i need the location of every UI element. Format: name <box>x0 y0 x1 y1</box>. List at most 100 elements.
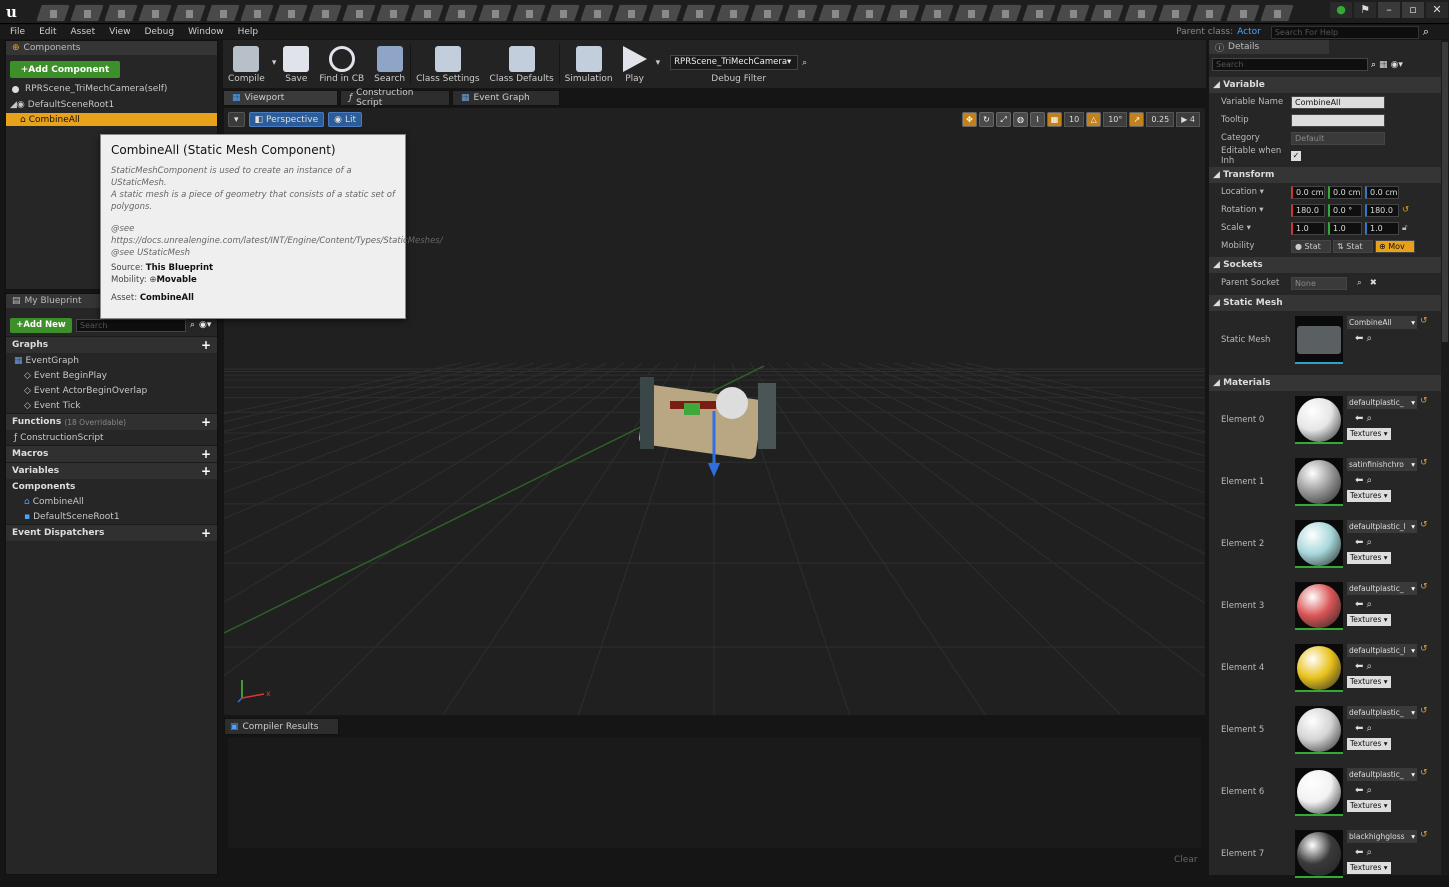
parent-class-value[interactable]: Actor <box>1237 27 1261 37</box>
add-new-button[interactable]: +Add New <box>10 317 72 333</box>
material-thumbnail[interactable] <box>1295 582 1343 630</box>
package-tab[interactable] <box>682 4 716 22</box>
scale-z[interactable]: 1.0 <box>1365 221 1399 235</box>
scene-root-item[interactable]: ◢◉ DefaultSceneRoot1 <box>6 97 217 113</box>
category-select[interactable]: Default <box>1291 131 1385 145</box>
scale-y[interactable]: 1.0 <box>1328 221 1362 235</box>
lit-button[interactable]: ◉ Lit <box>328 112 363 127</box>
camera-speed-button[interactable]: ▶ 4 <box>1176 112 1200 127</box>
variable-section[interactable]: ◢ Variable <box>1209 77 1441 93</box>
graphs-section[interactable]: Graphs + <box>6 336 217 353</box>
package-tab[interactable] <box>1226 4 1260 22</box>
world-icon[interactable]: ◍ <box>1013 112 1029 127</box>
material-select[interactable]: defaultplastic_ <box>1347 396 1417 409</box>
save-button[interactable]: Save <box>278 40 314 88</box>
rotate-icon[interactable]: ↻ <box>979 112 995 127</box>
menu-item[interactable]: File <box>10 27 25 37</box>
textures-button[interactable]: Textures ▾ <box>1347 676 1391 688</box>
play-button[interactable]: Play <box>618 40 652 88</box>
reset-arrow-icon[interactable]: ↺ <box>1420 582 1428 592</box>
tooltip-input[interactable] <box>1291 113 1385 127</box>
reset-arrow-icon[interactable]: ↺ <box>1420 316 1428 326</box>
construction-script-item[interactable]: ƒ ConstructionScript <box>6 430 217 445</box>
location-z[interactable]: 0.0 cm <box>1365 185 1399 199</box>
event-dispatchers-section[interactable]: Event Dispatchers + <box>6 524 217 541</box>
material-select[interactable]: defaultplastic_ <box>1347 706 1417 719</box>
details-search-input[interactable]: Search <box>1212 58 1368 71</box>
package-tab[interactable] <box>512 4 546 22</box>
reset-arrow-icon[interactable]: ↺ <box>1420 458 1428 468</box>
add-macro-icon[interactable]: + <box>201 447 211 461</box>
property-matrix-icon[interactable]: ▦ <box>1379 60 1388 70</box>
scale-snap-value[interactable]: 0.25 <box>1146 112 1175 127</box>
package-tab[interactable] <box>818 4 852 22</box>
package-tab[interactable] <box>376 4 410 22</box>
package-tab[interactable] <box>274 4 308 22</box>
tab-viewport[interactable]: ▦ Viewport <box>223 90 338 106</box>
material-thumbnail[interactable] <box>1295 706 1343 754</box>
package-tab[interactable] <box>1022 4 1056 22</box>
lock-icon[interactable]: 🔓︎ <box>1402 223 1408 233</box>
notify-icon[interactable]: ⚑ <box>1354 2 1376 18</box>
mobility-static[interactable]: ● Stat <box>1291 239 1331 253</box>
package-tab[interactable] <box>478 4 512 22</box>
material-actions[interactable]: ⬅ ⌕ <box>1355 537 1372 548</box>
package-tab[interactable] <box>1056 4 1090 22</box>
self-item[interactable]: RPRScene_TriMechCamera(self) <box>6 81 217 97</box>
reset-arrow-icon[interactable]: ↺ <box>1420 830 1428 840</box>
tab-construction-script[interactable]: ƒ Construction Script <box>340 88 450 108</box>
reset-arrow-icon[interactable]: ↺ <box>1420 768 1428 778</box>
search-button[interactable]: Search <box>369 40 410 88</box>
variable-combineall[interactable]: ⌂ CombineAll <box>6 494 217 509</box>
grid-snap-value[interactable]: 10 <box>1064 112 1085 127</box>
package-tab[interactable] <box>580 4 614 22</box>
macros-section[interactable]: Macros + <box>6 445 217 462</box>
add-graph-icon[interactable]: + <box>201 338 211 352</box>
mesh-actions[interactable]: ⬅ ⌕ <box>1355 333 1372 344</box>
view-options-icon[interactable]: ◉▾ <box>1391 60 1403 70</box>
menu-item[interactable]: View <box>109 27 130 37</box>
material-thumbnail[interactable] <box>1295 396 1343 444</box>
event-beginplay-item[interactable]: ◇ Event BeginPlay <box>6 368 217 383</box>
perspective-button[interactable]: ◧ Perspective <box>248 112 325 127</box>
rotation-y[interactable]: 0.0 ° <box>1328 203 1362 217</box>
package-tab[interactable] <box>1192 4 1226 22</box>
menu-item[interactable]: Window <box>188 27 224 37</box>
package-tab[interactable] <box>206 4 240 22</box>
reset-arrow-icon[interactable]: ↺ <box>1420 396 1428 406</box>
package-tab[interactable] <box>444 4 478 22</box>
material-actions[interactable]: ⬅ ⌕ <box>1355 661 1372 672</box>
source-control-icon[interactable]: ● <box>1330 2 1352 18</box>
components-category[interactable]: Components <box>6 479 217 494</box>
package-tab[interactable] <box>342 4 376 22</box>
sockets-section[interactable]: ◢ Sockets <box>1209 257 1441 273</box>
material-actions[interactable]: ⬅ ⌕ <box>1355 475 1372 486</box>
package-tab[interactable] <box>886 4 920 22</box>
search-icon[interactable]: ⌕ <box>1357 278 1362 288</box>
package-tab[interactable] <box>784 4 818 22</box>
material-select[interactable]: blackhighgloss <box>1347 830 1417 843</box>
maximize-button[interactable]: ▫ <box>1402 2 1424 18</box>
class-defaults-button[interactable]: Class Defaults <box>485 40 559 88</box>
surface-snap-icon[interactable]: ⌇ <box>1030 112 1046 127</box>
material-thumbnail[interactable] <box>1295 768 1343 816</box>
material-thumbnail[interactable] <box>1295 458 1343 506</box>
find-in-cb-button[interactable]: Find in CB <box>314 40 369 88</box>
mobility-stationary[interactable]: ⇅ Stat <box>1333 239 1373 253</box>
package-tab[interactable] <box>240 4 274 22</box>
package-tab[interactable] <box>1124 4 1158 22</box>
material-actions[interactable]: ⬅ ⌕ <box>1355 847 1372 858</box>
simulation-button[interactable]: Simulation <box>560 40 618 88</box>
transform-section[interactable]: ◢ Transform <box>1209 167 1441 183</box>
material-select[interactable]: defaultplastic_l <box>1347 644 1417 657</box>
package-tab[interactable] <box>716 4 750 22</box>
textures-button[interactable]: Textures ▾ <box>1347 490 1391 502</box>
compile-button[interactable]: Compile <box>223 40 270 88</box>
materials-section[interactable]: ◢ Materials <box>1209 375 1441 391</box>
location-y[interactable]: 0.0 cm <box>1328 185 1362 199</box>
event-tick-item[interactable]: ◇ Event Tick <box>6 398 217 413</box>
package-tab[interactable] <box>1260 4 1294 22</box>
compile-options-button[interactable]: ▾ <box>270 40 279 88</box>
functions-section[interactable]: Functions (18 Overridable) + <box>6 413 217 430</box>
material-thumbnail[interactable] <box>1295 830 1343 878</box>
